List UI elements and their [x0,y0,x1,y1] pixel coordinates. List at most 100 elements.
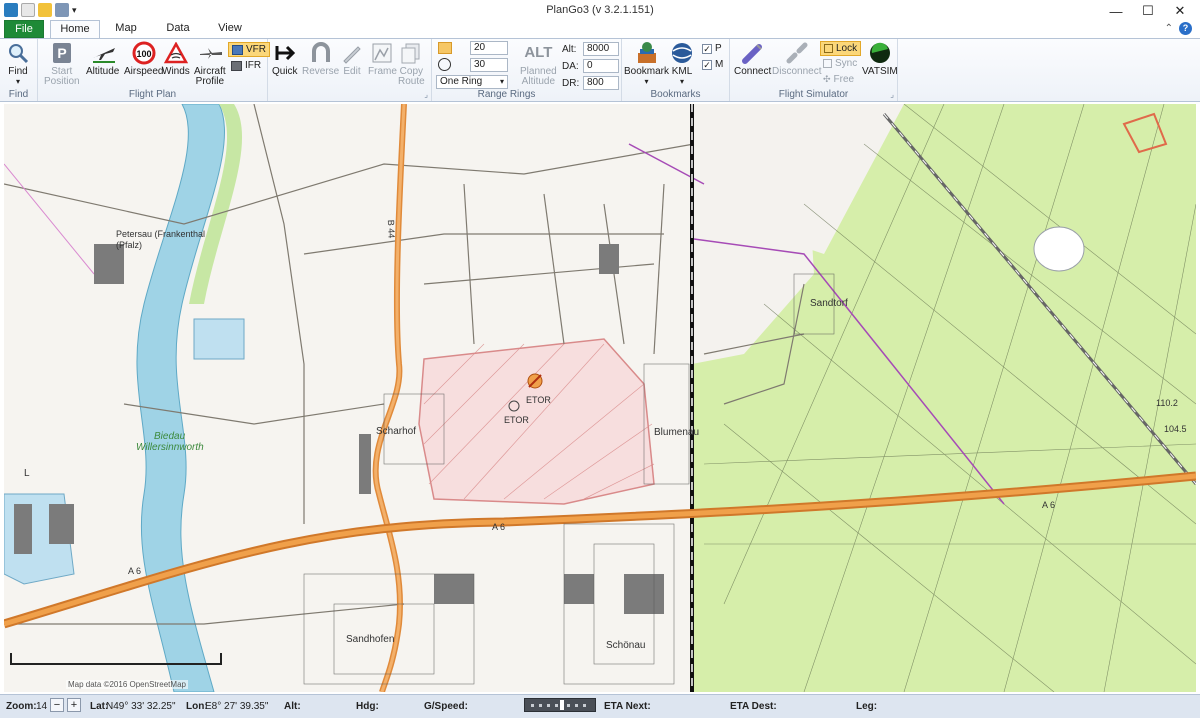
disconnect-button[interactable]: Disconnect [772,41,821,77]
free-label: Free [833,74,855,85]
maximize-icon[interactable]: ☐ [1132,0,1164,22]
magnifier-icon [6,41,30,65]
altitude-button[interactable]: Altitude [86,41,119,77]
gspeed-status-label: G/Speed: [424,701,468,712]
ifr-chart-icon [231,60,242,71]
ring-value-2-input[interactable]: 30 [470,58,508,72]
zoom-in-button[interactable]: + [67,698,81,712]
airspeed-value: 100 [136,49,151,59]
ifr-label: IFR [245,60,262,71]
lock-toggle[interactable]: Lock [820,41,862,56]
vfr-label: VFR [246,44,266,55]
group-label-flight-simulator: Flight Simulator [778,89,849,100]
ring-value-1-input[interactable]: 20 [470,41,508,55]
ifr-toggle[interactable]: IFR [231,60,261,71]
map-view[interactable]: Petersau (Frankenthal (Pfalz) Scharhof E… [4,104,1196,692]
winds-button[interactable]: Winds [162,41,190,77]
airspeed-button[interactable]: 100 Airspeed [124,41,163,77]
copy-route-button[interactable]: Copy Route [398,41,425,87]
m-checkbox[interactable]: ✓ [702,59,712,70]
quick-label: Quick [272,66,298,77]
frame-label: Frame [368,66,397,77]
help-icon[interactable]: ? [1179,22,1192,35]
dr-input[interactable]: 800 [583,76,619,90]
planned-altitude-label-2: Altitude [521,76,556,87]
minimize-icon[interactable]: — [1100,0,1132,22]
m-label: M [715,59,724,70]
sync-label: Sync [835,58,858,69]
reverse-label: Reverse [302,66,340,77]
bookmark-dropdown-icon: ▾ [644,77,649,86]
connect-plug-icon [741,41,765,65]
p-checkbox-row[interactable]: ✓ P [702,43,722,54]
disconnect-label: Disconnect [772,66,822,77]
time-slider[interactable] [524,698,596,712]
zoom-out-button[interactable]: − [50,698,64,712]
tab-view[interactable]: View [212,20,248,38]
zoom-label: Zoom: [6,701,37,712]
range-ring-icon[interactable] [438,42,452,54]
chevron-down-icon: ▾ [499,77,504,86]
ribbon: Find ▾ Find P Start Position Altitude 10… [0,38,1200,102]
group-label-range-rings: Range Rings [477,89,536,100]
da-input[interactable]: 0 [583,59,619,73]
reverse-button[interactable]: Reverse [302,41,339,77]
p-label: P [715,43,722,54]
winds-label: Winds [162,66,190,77]
edit-label: Edit [343,66,361,77]
alt-label: Alt: [562,43,577,55]
planned-altitude-button[interactable]: ALT Planned Altitude [520,41,557,87]
map-canvas[interactable] [4,104,1196,692]
sync-toggle[interactable]: Sync [823,58,857,69]
copy-route-label-2: Route [398,76,425,87]
vatsim-button[interactable]: VATSIM [862,41,898,77]
ring-mode-value: One Ring [440,76,483,87]
group-label-find: Find [8,89,29,100]
map-label-willersinnworth: Willersinnworth [136,442,204,453]
find-button[interactable]: Find ▾ [6,41,30,87]
group-label-bookmarks: Bookmarks [650,89,701,100]
map-label-blumenau: Blumenau [654,427,700,438]
copy-icon [399,41,423,65]
edit-button[interactable]: Edit [340,41,364,77]
ribbon-tabs: File Home Map Data View ⌃ ? [0,20,1200,39]
svg-text:P: P [57,45,66,61]
wind-warning-icon [163,41,188,65]
kml-button[interactable]: KML ▾ [670,41,694,87]
close-icon[interactable]: ✕ [1164,0,1196,22]
timer-icon[interactable] [438,58,451,71]
tab-file[interactable]: File [4,20,44,38]
p-checkbox[interactable]: ✓ [702,43,712,54]
status-bar: Zoom: 14 − + Lat: N49° 33' 32.25" Lon: E… [0,694,1200,718]
bookmark-icon [635,41,659,65]
flight-simulator-expand-icon[interactable]: ⌟ [890,90,894,99]
map-label-etor-2: ETOR [504,415,529,425]
connect-button[interactable]: Connect [734,41,771,77]
alt-input[interactable]: 8000 [583,42,619,56]
bookmark-button[interactable]: Bookmark ▾ [624,41,669,87]
group-flight-simulator: Connect Disconnect Lock Sync ✣ Free VATS… [730,39,898,101]
map-label-l: L [24,468,30,479]
start-position-button[interactable]: P Start Position [44,41,80,87]
vatsim-icon [868,41,892,65]
map-label-a6-left: A 6 [128,566,142,576]
ring-mode-select[interactable]: One Ring ▾ [436,75,508,89]
flight-plan-expand-icon[interactable]: ⌟ [424,90,428,99]
free-toggle[interactable]: ✣ Free [823,74,854,85]
aircraft-profile-button[interactable]: Aircraft Profile [194,41,226,87]
tab-home[interactable]: Home [50,20,100,39]
frame-button[interactable]: Frame [368,41,397,77]
zoom-value: 14 [36,701,48,712]
lat-value: N49° 33' 32.25" [106,701,176,712]
ribbon-collapse-icon[interactable]: ⌃ [1165,23,1173,34]
quick-button[interactable]: Quick [272,41,298,77]
map-label-sandhofen: Sandhofen [346,634,395,645]
vfr-toggle[interactable]: VFR [228,42,270,57]
tab-data[interactable]: Data [160,20,196,38]
bookmark-label: Bookmark [624,66,670,77]
tab-map[interactable]: Map [108,20,144,38]
map-attribution: Map data ©2016 OpenStreetMap [66,680,188,689]
m-checkbox-row[interactable]: ✓ M [702,59,723,70]
plango-window: ▾ PlanGo3 (v 3.2.1.151) — ☐ ✕ File Home … [0,0,1200,718]
start-position-label-2: Position [44,76,80,87]
